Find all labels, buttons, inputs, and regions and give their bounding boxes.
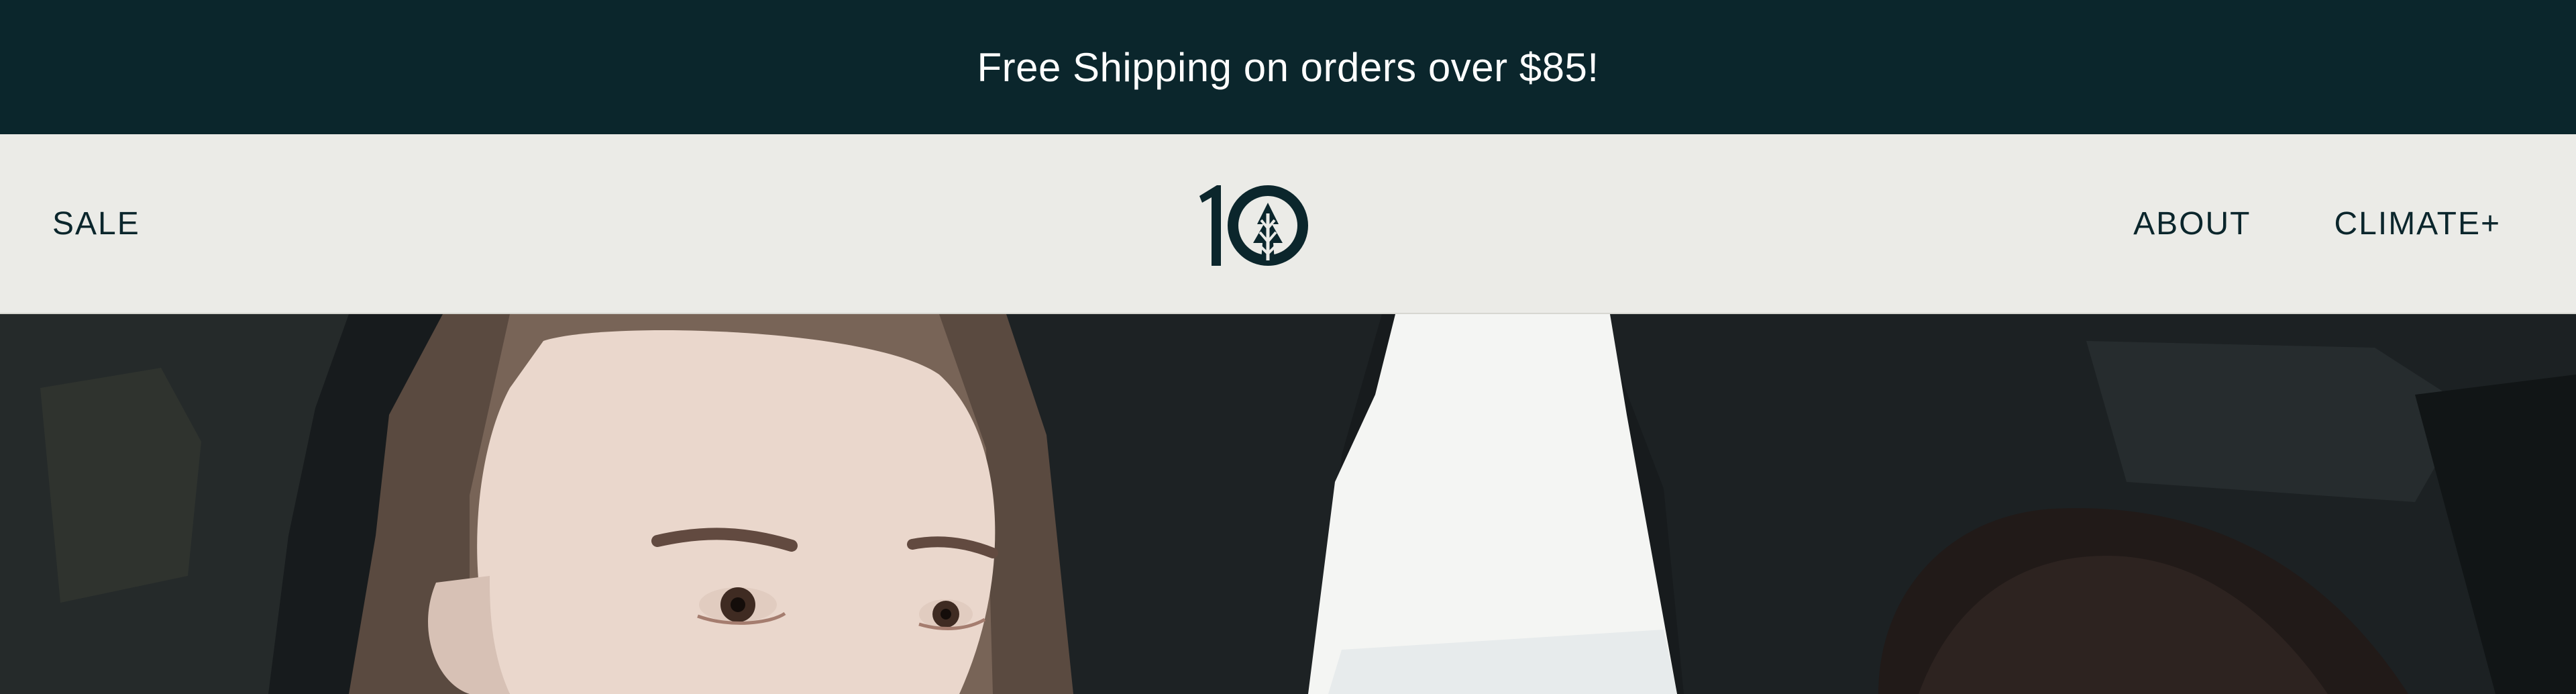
nav-right: ABOUT CLIMATE+ bbox=[2133, 134, 2501, 313]
two-people-in-rocky-sea-cave-photo bbox=[0, 314, 2576, 694]
nav-link-about[interactable]: ABOUT bbox=[2133, 205, 2251, 242]
nav-link-sale[interactable]: SALE bbox=[52, 205, 140, 242]
hero-image[interactable] bbox=[0, 314, 2576, 694]
announcement-text: Free Shipping on orders over $85! bbox=[977, 44, 1599, 90]
brand-logo[interactable] bbox=[1194, 180, 1322, 268]
announcement-bar: Free Shipping on orders over $85! bbox=[0, 0, 2576, 134]
logo-one bbox=[1199, 185, 1221, 266]
nav-link-climate[interactable]: CLIMATE+ bbox=[2334, 205, 2502, 242]
tree-in-circle-icon bbox=[1228, 185, 1308, 266]
site-header: SALE ABOUT CLIMATE+ bbox=[0, 134, 2576, 314]
nav-left: SALE bbox=[52, 134, 140, 313]
